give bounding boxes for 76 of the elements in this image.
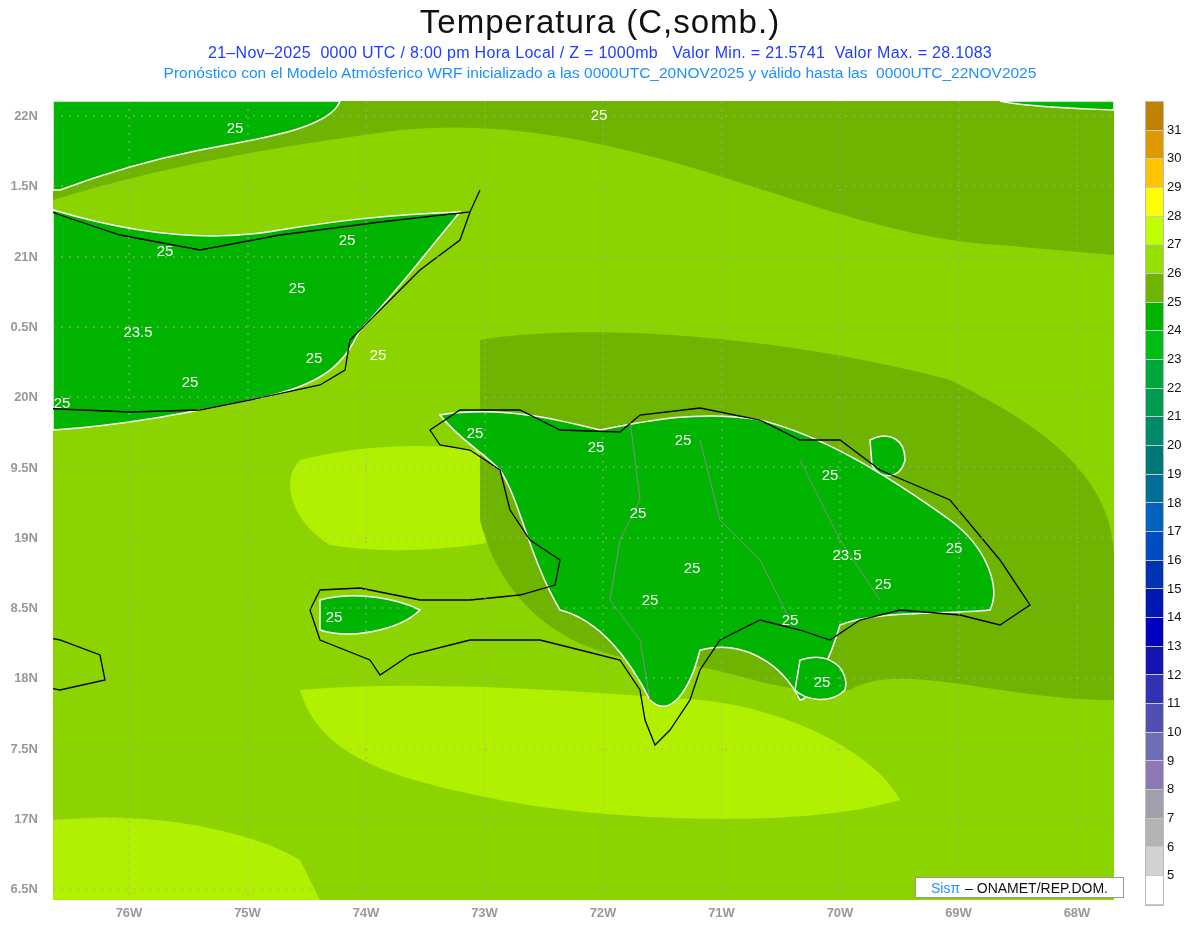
latitude-label: 8.5N	[9, 600, 38, 617]
contour-label: 25	[945, 539, 963, 557]
brand-logo-text: Sisπ	[931, 879, 961, 896]
contour-label: 25	[288, 279, 306, 297]
longitude-label: 69W	[944, 905, 973, 921]
contour-label: 25	[821, 466, 839, 484]
latitude-label: 17N	[13, 811, 38, 827]
scale-label: 9	[1167, 751, 1175, 770]
contour-label: 23.5	[123, 323, 153, 341]
contour-label: 25	[590, 106, 608, 124]
latitude-label: 0.5N	[9, 318, 38, 335]
contour-label: 23.5	[832, 546, 862, 564]
contour-label: 25	[181, 373, 199, 391]
contour-label: 25	[369, 346, 387, 364]
latitude-label: 20N	[13, 389, 38, 406]
scale-label: 24	[1167, 321, 1182, 340]
scale-label: 18	[1167, 493, 1182, 512]
scale-label: 25	[1167, 292, 1182, 311]
scale-label: 21	[1167, 407, 1182, 426]
scale-label: 6	[1167, 837, 1175, 856]
latitude-label: 9.5N	[9, 459, 38, 476]
longitude-label: 73W	[470, 905, 499, 921]
latitude-label: 18N	[13, 670, 38, 687]
scale-label: 27	[1167, 235, 1182, 254]
contour-label: 25	[813, 673, 831, 691]
contour-label: 25	[53, 394, 71, 412]
contour-label: 25	[641, 591, 659, 609]
longitude-label: 71W	[707, 905, 736, 921]
scale-label: 22	[1167, 378, 1182, 397]
scale-label: 7	[1167, 808, 1175, 827]
credit-text: – ONAMET/REP.DOM.	[965, 879, 1108, 896]
contour-label: 25	[683, 559, 701, 577]
contour-label: 25	[305, 349, 323, 367]
chart-title: Temperatura (C,somb.)	[419, 3, 781, 41]
scale-label: 14	[1167, 608, 1182, 627]
longitude-label: 68W	[1062, 905, 1092, 921]
longitude-label: 76W	[114, 905, 144, 921]
contour-label: 25	[325, 608, 343, 626]
contour-label: 25	[587, 438, 605, 456]
longitude-label: 72W	[588, 905, 618, 921]
scale-label: 13	[1167, 636, 1182, 655]
contour-label: 25	[629, 504, 647, 522]
scale-label: 10	[1167, 722, 1182, 741]
scale-label: 11	[1167, 694, 1181, 713]
scale-label: 12	[1167, 665, 1182, 684]
chart-description: Pronóstico con el Modelo Atmósferico WRF inicializado a las 0000UTC_20NOV2025 y válido hasta las 0000UTC_22NOV2025	[163, 63, 1037, 83]
contour-label: 25	[338, 231, 356, 249]
latitude-label: 21N	[13, 248, 38, 265]
scale-label: 26	[1167, 264, 1182, 283]
contour-label: 25	[226, 119, 244, 137]
latitude-label: 22N	[13, 108, 38, 124]
scale-label: 20	[1167, 436, 1182, 455]
scale-label: 31	[1167, 120, 1182, 139]
scale-label: 23	[1167, 350, 1182, 369]
scale-label: 16	[1167, 550, 1182, 569]
scale-label: 5	[1167, 866, 1175, 885]
scale-label: 8	[1167, 780, 1175, 799]
latitude-label: 1.5N	[9, 178, 38, 195]
scale-label: 28	[1167, 206, 1182, 225]
latitude-label: 7.5N	[9, 740, 38, 757]
contour-label: 25	[874, 575, 892, 593]
chart-subtitle: 21–Nov–2025 0000 UTC / 8:00 pm Hora Local / Z = 1000mb Valor Min. = 21.5741 Valor Max. = 28.1083	[207, 43, 993, 63]
contour-label: 25	[156, 242, 174, 260]
scale-label: 15	[1167, 579, 1182, 598]
longitude-label: 75W	[233, 905, 262, 921]
longitude-label: 70W	[825, 905, 855, 921]
scale-label: 17	[1167, 522, 1182, 541]
contour-label: 25	[466, 424, 484, 442]
contour-label: 25	[781, 611, 799, 629]
latitude-label: 19N	[13, 529, 38, 546]
latitude-label: 6.5N	[9, 881, 38, 898]
longitude-label: 74W	[351, 905, 381, 921]
scale-label: 29	[1167, 178, 1182, 197]
contour-label: 25	[674, 431, 692, 449]
scale-label: 19	[1167, 464, 1182, 483]
scale-label: 30	[1167, 149, 1182, 168]
